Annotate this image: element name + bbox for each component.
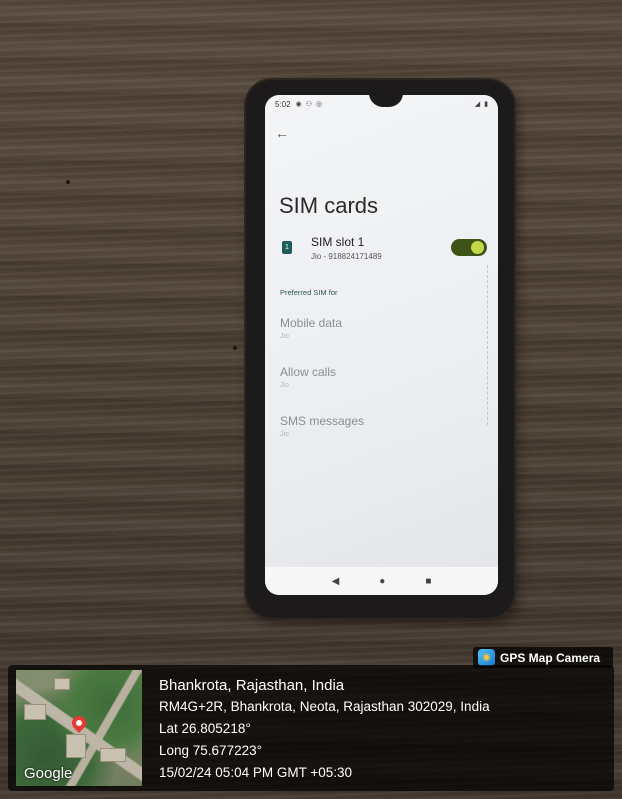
map-building bbox=[54, 678, 70, 690]
timestamp: 15/02/24 05:04 PM GMT +05:30 bbox=[159, 765, 353, 780]
sim-card-icon: 1 bbox=[282, 241, 292, 254]
notification-icon: ◉ bbox=[295, 101, 302, 108]
back-arrow-icon[interactable]: ← bbox=[275, 125, 289, 141]
nav-home-icon[interactable]: ● bbox=[379, 576, 385, 587]
map-building bbox=[24, 704, 46, 720]
usb-icon: ⚇ bbox=[305, 101, 312, 108]
sim-carrier-number: Jio - 918824171489 bbox=[311, 252, 382, 261]
table-spot bbox=[66, 180, 70, 184]
longitude: Long 75.677223° bbox=[159, 743, 262, 758]
signal-icon: ◢ bbox=[474, 101, 481, 108]
pref-allow-calls[interactable]: Allow calls bbox=[280, 365, 336, 379]
page-title: SIM cards bbox=[279, 193, 379, 218]
pref-mobile-data-value: Jio bbox=[280, 333, 289, 340]
screen-crack bbox=[487, 265, 496, 425]
location-address: RM4G+2R, Bhankrota, Neota, Rajasthan 302… bbox=[159, 699, 490, 714]
sim-slot-label[interactable]: SIM slot 1 bbox=[311, 235, 364, 249]
section-header: Preferred SIM for bbox=[280, 288, 338, 297]
pref-allow-calls-value: Jio bbox=[280, 382, 289, 389]
pref-sms-messages-value: Jio bbox=[280, 431, 289, 438]
location-pin-icon bbox=[69, 713, 89, 733]
nav-recents-icon[interactable]: ■ bbox=[425, 576, 431, 587]
gps-badge-label: GPS Map Camera bbox=[500, 650, 601, 665]
navigation-bar: ◀ ● ■ bbox=[265, 567, 498, 595]
map-thumbnail: Google bbox=[16, 670, 142, 786]
phone-screen: 5:02 ◉ ⚇ ◎ ◢ ▮ ← SIM cards 1 SIM slot 1 … bbox=[265, 95, 498, 595]
sim-enable-toggle[interactable] bbox=[451, 239, 487, 256]
status-time: 5:02 bbox=[275, 99, 291, 109]
sync-icon: ◎ bbox=[315, 101, 323, 108]
battery-icon: ▮ bbox=[484, 101, 488, 108]
location-title: Bhankrota, Rajasthan, India bbox=[159, 677, 345, 694]
nav-back-icon[interactable]: ◀ bbox=[332, 576, 340, 587]
map-camera-icon: ◉ bbox=[478, 649, 495, 666]
map-building bbox=[100, 748, 126, 762]
status-bar: 5:02 ◉ ⚇ ◎ ◢ ▮ bbox=[275, 98, 488, 110]
toggle-knob bbox=[471, 241, 484, 254]
pref-sms-messages[interactable]: SMS messages bbox=[280, 414, 364, 428]
map-building bbox=[66, 734, 86, 758]
smartphone: 5:02 ◉ ⚇ ◎ ◢ ▮ ← SIM cards 1 SIM slot 1 … bbox=[246, 80, 514, 618]
map-provider-logo: Google bbox=[24, 765, 73, 782]
latitude: Lat 26.805218° bbox=[159, 721, 251, 736]
table-spot bbox=[233, 346, 237, 350]
pref-mobile-data[interactable]: Mobile data bbox=[280, 316, 342, 330]
